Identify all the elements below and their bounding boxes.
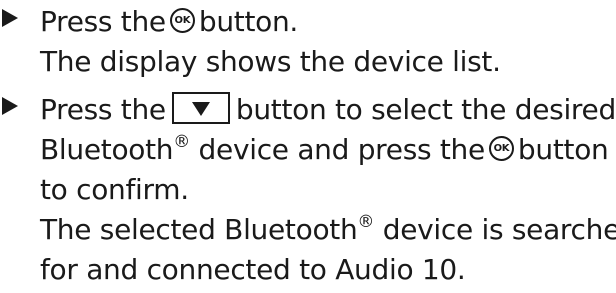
step-1-text-after: button. [198, 5, 298, 38]
step-2-result-a: The selected Bluetooth [40, 213, 358, 246]
step-2-line2-middle: device and press the [198, 133, 486, 166]
step-2-instruction-line-1: Press the button to select the desired [40, 88, 616, 132]
step-1-text-before: Press the [40, 5, 166, 38]
registered-mark: ® [357, 211, 375, 232]
step-2-bullet-icon [2, 97, 18, 115]
bluetooth-text: Bluetooth [40, 133, 174, 166]
instruction-page: Press the OK button. The display shows the… [0, 0, 616, 293]
ok-button-icon: OK [488, 135, 514, 161]
step-2-text-after: button to select the desired [235, 93, 616, 126]
step-1-instruction: Press the OK button. [40, 0, 298, 44]
step-1-bullet-icon [2, 9, 18, 27]
registered-mark: ® [173, 131, 190, 152]
step-2-line2-end: button [517, 133, 609, 166]
step-2-text-before: Press the [40, 93, 166, 126]
step-2-result-b: device is searched [382, 213, 616, 246]
step-2-result-line-2: for and connected to Audio 10. [40, 253, 466, 286]
step-2-instruction-line-2: Bluetooth® device and press the OK button [40, 128, 609, 172]
step-2-instruction-line-3: to confirm. [40, 173, 189, 206]
ok-button-icon: OK [169, 7, 195, 33]
step-1-result: The display shows the device list. [40, 45, 501, 78]
down-arrow-key-icon [171, 92, 230, 124]
step-2-result-line-1: The selected Bluetooth® device is search… [40, 208, 616, 252]
